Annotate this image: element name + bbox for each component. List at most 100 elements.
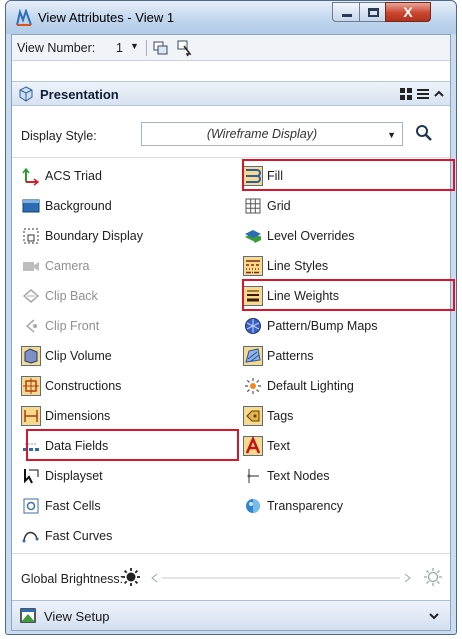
client-area: View Number: 1 ▼ Presentation Display St…: [11, 34, 455, 631]
close-icon: X: [403, 4, 413, 20]
slider-right-arrow-icon[interactable]: [404, 573, 412, 583]
level-overrides-label: Level Overrides: [267, 229, 355, 243]
line-weights-highlight-box: [242, 279, 455, 311]
fast-cells-item[interactable]: Fast Cells: [21, 495, 221, 517]
line-styles-item[interactable]: Line Styles: [243, 255, 443, 277]
camera-label: Camera: [45, 259, 90, 273]
fast-curves-item[interactable]: Fast Curves: [21, 525, 221, 547]
presentation-title: Presentation: [40, 87, 119, 102]
display-style-select[interactable]: (Wireframe Display) ▼: [141, 122, 403, 146]
tags-item[interactable]: Tags: [243, 405, 443, 427]
camera-item[interactable]: Camera: [21, 255, 221, 277]
level-overrides-item[interactable]: Level Overrides: [243, 225, 443, 247]
toolbar-separator: [146, 40, 147, 56]
clip-front-icon: [25, 319, 37, 333]
background-item[interactable]: Background: [21, 195, 221, 217]
maximize-button[interactable]: [359, 2, 386, 22]
maximize-icon: [368, 8, 379, 17]
collapse-icon[interactable]: [433, 87, 445, 101]
fast-curves-label: Fast Curves: [45, 529, 113, 543]
text-nodes-item[interactable]: Text Nodes: [243, 465, 443, 487]
copy-view-icon[interactable]: [152, 39, 170, 57]
slider-left-arrow-icon[interactable]: [150, 573, 158, 583]
minimize-icon: [342, 14, 352, 17]
pattern-bump-maps-label: Pattern/Bump Maps: [267, 319, 378, 333]
text-nodes-icon: [247, 469, 259, 483]
fast-curves-icon: [22, 531, 39, 543]
patterns-label: Patterns: [267, 349, 314, 363]
title-bar[interactable]: View Attributes - View 1 X: [6, 1, 456, 34]
constructions-item[interactable]: Constructions: [21, 375, 221, 397]
text-item[interactable]: Text: [243, 435, 443, 457]
displayset-icon: [24, 469, 39, 484]
default-lighting-icon: [245, 378, 261, 394]
boundary-display-icon: [23, 228, 39, 244]
chevron-down-icon[interactable]: [428, 611, 440, 621]
clip-back-icon: [22, 289, 40, 303]
acs-triad-item[interactable]: ACS Triad: [21, 165, 221, 187]
patterns-item[interactable]: Patterns: [243, 345, 443, 367]
display-style-label: Display Style:: [21, 129, 97, 143]
view-number-label: View Number:: [17, 41, 96, 55]
display-style-value: (Wireframe Display): [206, 127, 318, 141]
window-title: View Attributes - View 1: [38, 10, 175, 25]
background-icon: [22, 199, 40, 213]
clip-front-label: Clip Front: [45, 319, 100, 333]
text-icon: [243, 436, 263, 456]
pick-view-icon[interactable]: [175, 39, 193, 57]
clip-volume-item[interactable]: Clip Volume: [21, 345, 221, 367]
displayset-item[interactable]: Displayset: [21, 465, 221, 487]
line-styles-label: Line Styles: [267, 259, 329, 273]
dimensions-icon: [21, 406, 41, 426]
constructions-label: Constructions: [45, 379, 122, 393]
global-brightness-slider[interactable]: [150, 568, 412, 588]
view-attributes-window: View Attributes - View 1 X View Number: …: [5, 0, 457, 635]
line-styles-icon: [243, 256, 263, 276]
boundary-display-label: Boundary Display: [45, 229, 143, 243]
text-nodes-label: Text Nodes: [267, 469, 330, 483]
app-icon: [16, 9, 32, 26]
presentation-header[interactable]: Presentation: [12, 81, 450, 106]
tags-label: Tags: [267, 409, 294, 423]
tags-icon: [243, 406, 263, 426]
global-brightness-label: Global Brightness:: [21, 572, 124, 586]
view-setup-header[interactable]: View Setup: [12, 600, 450, 630]
clip-front-item[interactable]: Clip Front: [21, 315, 221, 337]
acs-triad-icon: [22, 167, 40, 186]
transparency-item[interactable]: Transparency: [243, 495, 443, 517]
search-icon[interactable]: [414, 123, 434, 143]
view-setup-icon: [20, 608, 36, 623]
level-overrides-icon: [245, 230, 261, 243]
slider-track[interactable]: [162, 577, 400, 579]
boundary-display-item[interactable]: Boundary Display: [21, 225, 221, 247]
dimensions-item[interactable]: Dimensions: [21, 405, 221, 427]
fast-cells-label: Fast Cells: [45, 499, 101, 513]
pattern-bump-maps-icon: [245, 318, 261, 334]
chevron-down-icon: ▼: [387, 130, 396, 140]
divider: [12, 157, 450, 158]
dimensions-label: Dimensions: [45, 409, 111, 423]
pattern-bump-maps-item[interactable]: Pattern/Bump Maps: [243, 315, 443, 337]
patterns-icon: [243, 346, 263, 366]
displayset-label: Displayset: [45, 469, 103, 483]
clip-back-label: Clip Back: [45, 289, 98, 303]
view-number-dropdown[interactable]: 1: [116, 41, 123, 55]
constructions-icon: [21, 376, 41, 396]
clip-back-item[interactable]: Clip Back: [21, 285, 221, 307]
toolbar: View Number: 1 ▼: [12, 35, 450, 61]
data-fields-highlight-box: [26, 429, 239, 461]
view-setup-title: View Setup: [44, 609, 110, 624]
grid-view-icon[interactable]: [399, 87, 413, 101]
divider: [12, 553, 450, 554]
close-button[interactable]: X: [385, 2, 431, 22]
acs-triad-label: ACS Triad: [45, 169, 102, 183]
list-view-icon[interactable]: [416, 87, 430, 101]
minimize-button[interactable]: [332, 2, 360, 22]
text-label: Text: [267, 439, 290, 453]
fast-cells-icon: [23, 498, 39, 514]
brightness-dark-icon: [122, 568, 140, 586]
brightness-light-icon: [424, 568, 442, 586]
chevron-down-icon[interactable]: ▼: [130, 41, 139, 51]
grid-item[interactable]: Grid: [243, 195, 443, 217]
default-lighting-item[interactable]: Default Lighting: [243, 375, 443, 397]
